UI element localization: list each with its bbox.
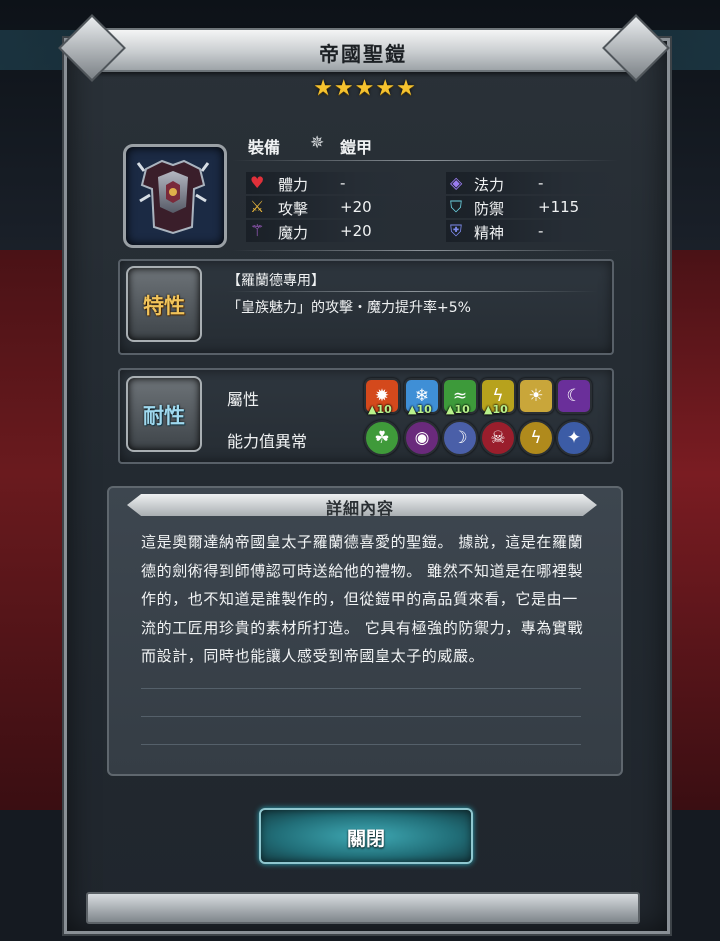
close-button[interactable]: 關閉 bbox=[259, 808, 473, 864]
stat-name: 法力 bbox=[474, 176, 505, 194]
ice-icon: ❄ ▲10 bbox=[404, 378, 440, 416]
spirit-icon: ⛨ bbox=[450, 221, 463, 240]
description-line: 德的劍術得到師傅認可時送給他的禮物。 雖然不知道是在哪裡製 bbox=[141, 561, 584, 580]
magic-orb-icon: ◈ bbox=[450, 173, 463, 192]
stat-row-defense: ⛉ 防禦 +115 bbox=[446, 196, 616, 218]
stat-row-mp: ◈ 法力 - bbox=[446, 172, 616, 194]
trait-description: 「皇族魅力」的攻擊・魔力提升率+5% bbox=[227, 300, 471, 316]
trait-divider bbox=[227, 291, 597, 292]
description-line: 流的工匠用珍貴的素材所打造。 它具有極強的防禦力，專為實戰 bbox=[141, 618, 584, 637]
stat-name: 攻擊 bbox=[278, 200, 309, 218]
close-button-label: 關閉 bbox=[346, 828, 385, 850]
shield-icon: ⛉ bbox=[450, 197, 463, 216]
blind-icon: ◉ bbox=[404, 420, 440, 456]
empty-line-rule bbox=[141, 688, 581, 689]
wind-icon: ≈ ▲10 bbox=[442, 378, 478, 416]
detail-description: 這是奧爾達納帝國皇太子羅蘭德喜愛的聖鎧。 據說，這是在羅蘭 德的劍術得到師傅認可… bbox=[141, 528, 591, 671]
resist-level: ▲10 bbox=[408, 403, 432, 416]
stat-name: 體力 bbox=[278, 176, 309, 194]
resist-level: ▲10 bbox=[484, 403, 508, 416]
trait-badge-label: 特性 bbox=[143, 294, 185, 318]
fire-icon: ✹ ▲10 bbox=[364, 378, 400, 416]
header-divider bbox=[232, 160, 618, 161]
stat-value: +20 bbox=[340, 198, 372, 216]
description-line: 這是奧爾達納帝國皇太子羅蘭德喜愛的聖鎧。 據說，這是在羅蘭 bbox=[141, 533, 584, 551]
trait-title: 【羅蘭德專用】 bbox=[227, 273, 325, 289]
stat-row-hp: ♥ 體力 - bbox=[246, 172, 406, 194]
status-resist-label: 能力值異常 bbox=[227, 432, 308, 451]
thunder-icon: ϟ ▲10 bbox=[480, 378, 516, 416]
rarity-stars: ★★★★★ bbox=[313, 76, 417, 101]
stat-name: 防禦 bbox=[474, 200, 505, 218]
trait-badge: 特性 bbox=[126, 266, 202, 342]
description-line: 而設計，同時也能讓人感受到帝國皇太子的威嚴。 bbox=[141, 647, 485, 665]
curse-icon: ☠ bbox=[480, 420, 516, 456]
equipment-image-frame bbox=[123, 144, 227, 248]
stat-row-magic: ⚚ 魔力 +20 bbox=[246, 220, 406, 242]
equipment-label: 裝備 bbox=[248, 138, 281, 157]
description-line: 作的，也不知道是誰製作的，但從鎧甲的高品質來看，它是由一 bbox=[141, 590, 578, 608]
stat-name: 魔力 bbox=[278, 224, 309, 242]
stat-value: - bbox=[538, 174, 544, 192]
detail-title: 詳細內容 bbox=[325, 499, 394, 518]
staff-icon: ⚚ bbox=[250, 221, 265, 240]
item-title: 帝國聖鎧 bbox=[319, 42, 407, 66]
element-resist-label: 屬性 bbox=[227, 390, 260, 409]
stat-value: +115 bbox=[538, 198, 580, 216]
stat-row-spirit: ⛨ 精神 - bbox=[446, 220, 616, 242]
armor-icon bbox=[136, 159, 210, 235]
sleep-icon: ☽ bbox=[442, 420, 478, 456]
stat-value: - bbox=[340, 174, 346, 192]
resist-level: ▲10 bbox=[368, 403, 392, 416]
panel-bottom-frame bbox=[86, 892, 640, 924]
resistance-badge: 耐性 bbox=[126, 376, 202, 452]
title-bar: 帝國聖鎧 bbox=[86, 28, 640, 72]
heart-icon: ♥ bbox=[250, 173, 265, 192]
poison-icon: ☘ bbox=[364, 420, 400, 456]
light-icon: ☀ bbox=[518, 378, 554, 414]
stat-value: - bbox=[538, 222, 544, 240]
resist-level: ▲10 bbox=[446, 403, 470, 416]
empty-line-rule bbox=[141, 744, 581, 745]
armor-type-icon: ✵ bbox=[310, 133, 325, 153]
empty-line-rule bbox=[141, 716, 581, 717]
stats-divider bbox=[232, 250, 618, 251]
stat-value: +20 bbox=[340, 222, 372, 240]
dark-icon: ☾ bbox=[556, 378, 592, 414]
equipment-type-label: 鎧甲 bbox=[340, 138, 373, 157]
paralyze-icon: ϟ bbox=[518, 420, 554, 456]
sword-icon: ⚔ bbox=[250, 197, 265, 216]
resistance-badge-label: 耐性 bbox=[143, 404, 185, 428]
stat-name: 精神 bbox=[474, 224, 505, 242]
confuse-icon: ✦ bbox=[556, 420, 592, 456]
stat-row-attack: ⚔ 攻擊 +20 bbox=[246, 196, 406, 218]
